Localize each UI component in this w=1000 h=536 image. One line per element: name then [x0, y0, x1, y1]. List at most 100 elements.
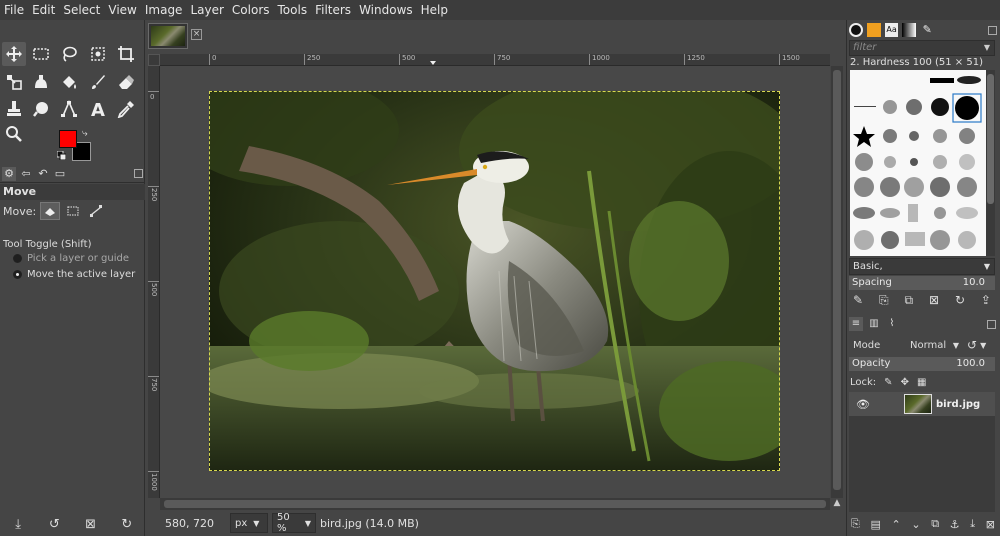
lock-pixels-icon[interactable]: ✎	[884, 377, 892, 388]
panel-menu-icon[interactable]	[134, 169, 143, 178]
fuzzy-select-icon[interactable]	[86, 42, 110, 66]
menu-filters[interactable]: Filters	[315, 0, 351, 20]
save-preset-icon[interactable]: ⤓	[10, 517, 26, 532]
brushes-tab-icon[interactable]	[849, 23, 863, 37]
chevron-down-icon: ▼	[983, 262, 990, 271]
bucket-fill-icon[interactable]	[57, 70, 81, 94]
paint-dynamics-tab-icon[interactable]: ✎	[920, 23, 934, 37]
color-picker-icon[interactable]	[114, 97, 138, 121]
eraser-icon[interactable]	[114, 70, 138, 94]
images-tab-icon[interactable]: ▭	[53, 167, 67, 181]
new-brush-icon[interactable]: ⎘	[879, 293, 889, 308]
menu-view[interactable]: View	[108, 0, 136, 20]
reset-options-icon[interactable]: ↻	[119, 517, 135, 532]
menu-layer[interactable]: Layer	[190, 0, 223, 20]
delete-layer-icon[interactable]: ⊠	[986, 518, 995, 531]
refresh-brushes-icon[interactable]: ↻	[955, 293, 965, 307]
new-layer-group-icon[interactable]: ▤	[870, 518, 880, 531]
ruler-corner-menu-icon[interactable]	[148, 54, 160, 66]
mode-select[interactable]: Normal ▼	[907, 336, 962, 354]
new-layer-icon[interactable]: ⎘	[851, 517, 860, 531]
zoom-select[interactable]: 50 % ▼	[272, 512, 316, 534]
move-mode-label: Move:	[3, 204, 37, 218]
paintbrush-icon[interactable]	[86, 70, 110, 94]
image-tab-thumbnail	[151, 26, 185, 46]
mode-reset-icon[interactable]: ↺	[967, 338, 977, 352]
horizontal-scrollbar[interactable]	[160, 498, 830, 510]
panel-menu-icon[interactable]	[987, 319, 996, 329]
channels-tab-icon[interactable]: ▥	[867, 317, 881, 331]
raise-layer-icon[interactable]: ⌃	[892, 518, 901, 531]
paths-icon[interactable]	[57, 97, 81, 121]
radio-move-active-layer[interactable]: Move the active layer	[13, 269, 135, 280]
gradients-tab-icon[interactable]	[902, 23, 917, 37]
zoom-icon[interactable]	[2, 122, 26, 146]
reset-colors-icon[interactable]	[56, 150, 67, 161]
layers-tab-icon[interactable]: ≡	[849, 317, 863, 331]
menu-tools[interactable]: Tools	[278, 0, 308, 20]
brush-filter-input[interactable]: filter ▼	[849, 40, 995, 56]
unit-select[interactable]: px ▼	[230, 513, 268, 533]
move-selection-icon[interactable]	[63, 202, 83, 220]
vertical-scrollbar[interactable]	[831, 66, 843, 498]
move-layer-icon[interactable]	[40, 202, 61, 220]
navigate-icon[interactable]: ▲	[831, 498, 843, 510]
radio-pick-layer[interactable]: Pick a layer or guide	[13, 253, 129, 264]
tool-options-tab-icon[interactable]: ⚙	[2, 166, 16, 181]
crop-icon[interactable]	[114, 42, 138, 66]
horizontal-scrollbar-thumb[interactable]	[164, 500, 826, 508]
brush-scrollbar-thumb[interactable]	[987, 74, 994, 204]
undo-history-tab-icon[interactable]: ↶	[36, 167, 50, 181]
restore-preset-icon[interactable]: ↺	[46, 517, 62, 532]
heron-photo[interactable]	[209, 91, 780, 471]
anchor-layer-icon[interactable]: ⚓	[950, 518, 960, 531]
menu-windows[interactable]: Windows	[359, 0, 413, 20]
brush-grid[interactable]	[850, 70, 986, 256]
transform-icon[interactable]	[2, 70, 26, 94]
vertical-scrollbar-thumb[interactable]	[833, 70, 841, 490]
paths-tab-icon[interactable]: ⌇	[885, 317, 899, 331]
menu-select[interactable]: Select	[63, 0, 100, 20]
brush-tag-select[interactable]: Basic, ▼	[849, 258, 995, 275]
panel-menu-icon[interactable]	[988, 25, 998, 35]
delete-brush-icon[interactable]: ⊠	[929, 293, 939, 307]
lock-alpha-icon[interactable]: ▦	[917, 377, 926, 388]
menu-edit[interactable]: Edit	[32, 0, 55, 20]
swap-colors-icon[interactable]: ⤷	[82, 128, 88, 139]
smudge-icon[interactable]	[29, 97, 53, 121]
move-tool-icon[interactable]	[2, 42, 26, 66]
foreground-swatch[interactable]	[59, 130, 77, 148]
spacing-slider[interactable]: Spacing 10.0	[849, 276, 995, 290]
duplicate-layer-icon[interactable]: ⧉	[931, 517, 939, 531]
lower-layer-icon[interactable]: ⌄	[911, 518, 920, 531]
horizontal-ruler[interactable]: 0 250 500 750 1000 1250 1500	[160, 54, 830, 66]
patterns-tab-icon[interactable]	[866, 23, 881, 37]
close-tab-icon[interactable]: ×	[191, 29, 202, 40]
clone-icon[interactable]	[2, 97, 26, 121]
duplicate-brush-icon[interactable]: ⧉	[904, 293, 913, 308]
menu-colors[interactable]: Colors	[232, 0, 270, 20]
menu-image[interactable]: Image	[145, 0, 183, 20]
opacity-slider[interactable]: Opacity 100.0	[849, 357, 995, 371]
open-brush-icon[interactable]: ⇪	[981, 293, 991, 307]
lasso-icon[interactable]	[57, 42, 81, 66]
warp-icon[interactable]	[29, 70, 53, 94]
layer-row[interactable]: 👁 bird.jpg	[849, 392, 995, 416]
menu-help[interactable]: Help	[421, 0, 448, 20]
menu-file[interactable]: File	[4, 0, 24, 20]
vertical-ruler[interactable]: 0 250 500 750 1000	[148, 66, 160, 498]
move-path-icon[interactable]	[86, 202, 106, 220]
ruler-label: 1250	[687, 54, 705, 62]
fonts-tab-icon[interactable]: Aa	[884, 23, 899, 37]
merge-layer-icon[interactable]: ⤓	[970, 517, 975, 531]
brush-scrollbar[interactable]	[986, 70, 995, 256]
text-tool-icon[interactable]: A	[86, 97, 110, 121]
lock-position-icon[interactable]: ✥	[901, 377, 909, 388]
edit-brush-icon[interactable]: ✎	[853, 293, 863, 307]
device-status-tab-icon[interactable]: ⇦	[19, 167, 33, 181]
image-tab-bird[interactable]	[148, 23, 188, 49]
delete-preset-icon[interactable]: ⊠	[83, 517, 99, 532]
rect-select-icon[interactable]	[29, 42, 53, 66]
visibility-eye-icon[interactable]: 👁	[852, 398, 874, 411]
chevron-down-icon[interactable]: ▼	[980, 341, 986, 350]
